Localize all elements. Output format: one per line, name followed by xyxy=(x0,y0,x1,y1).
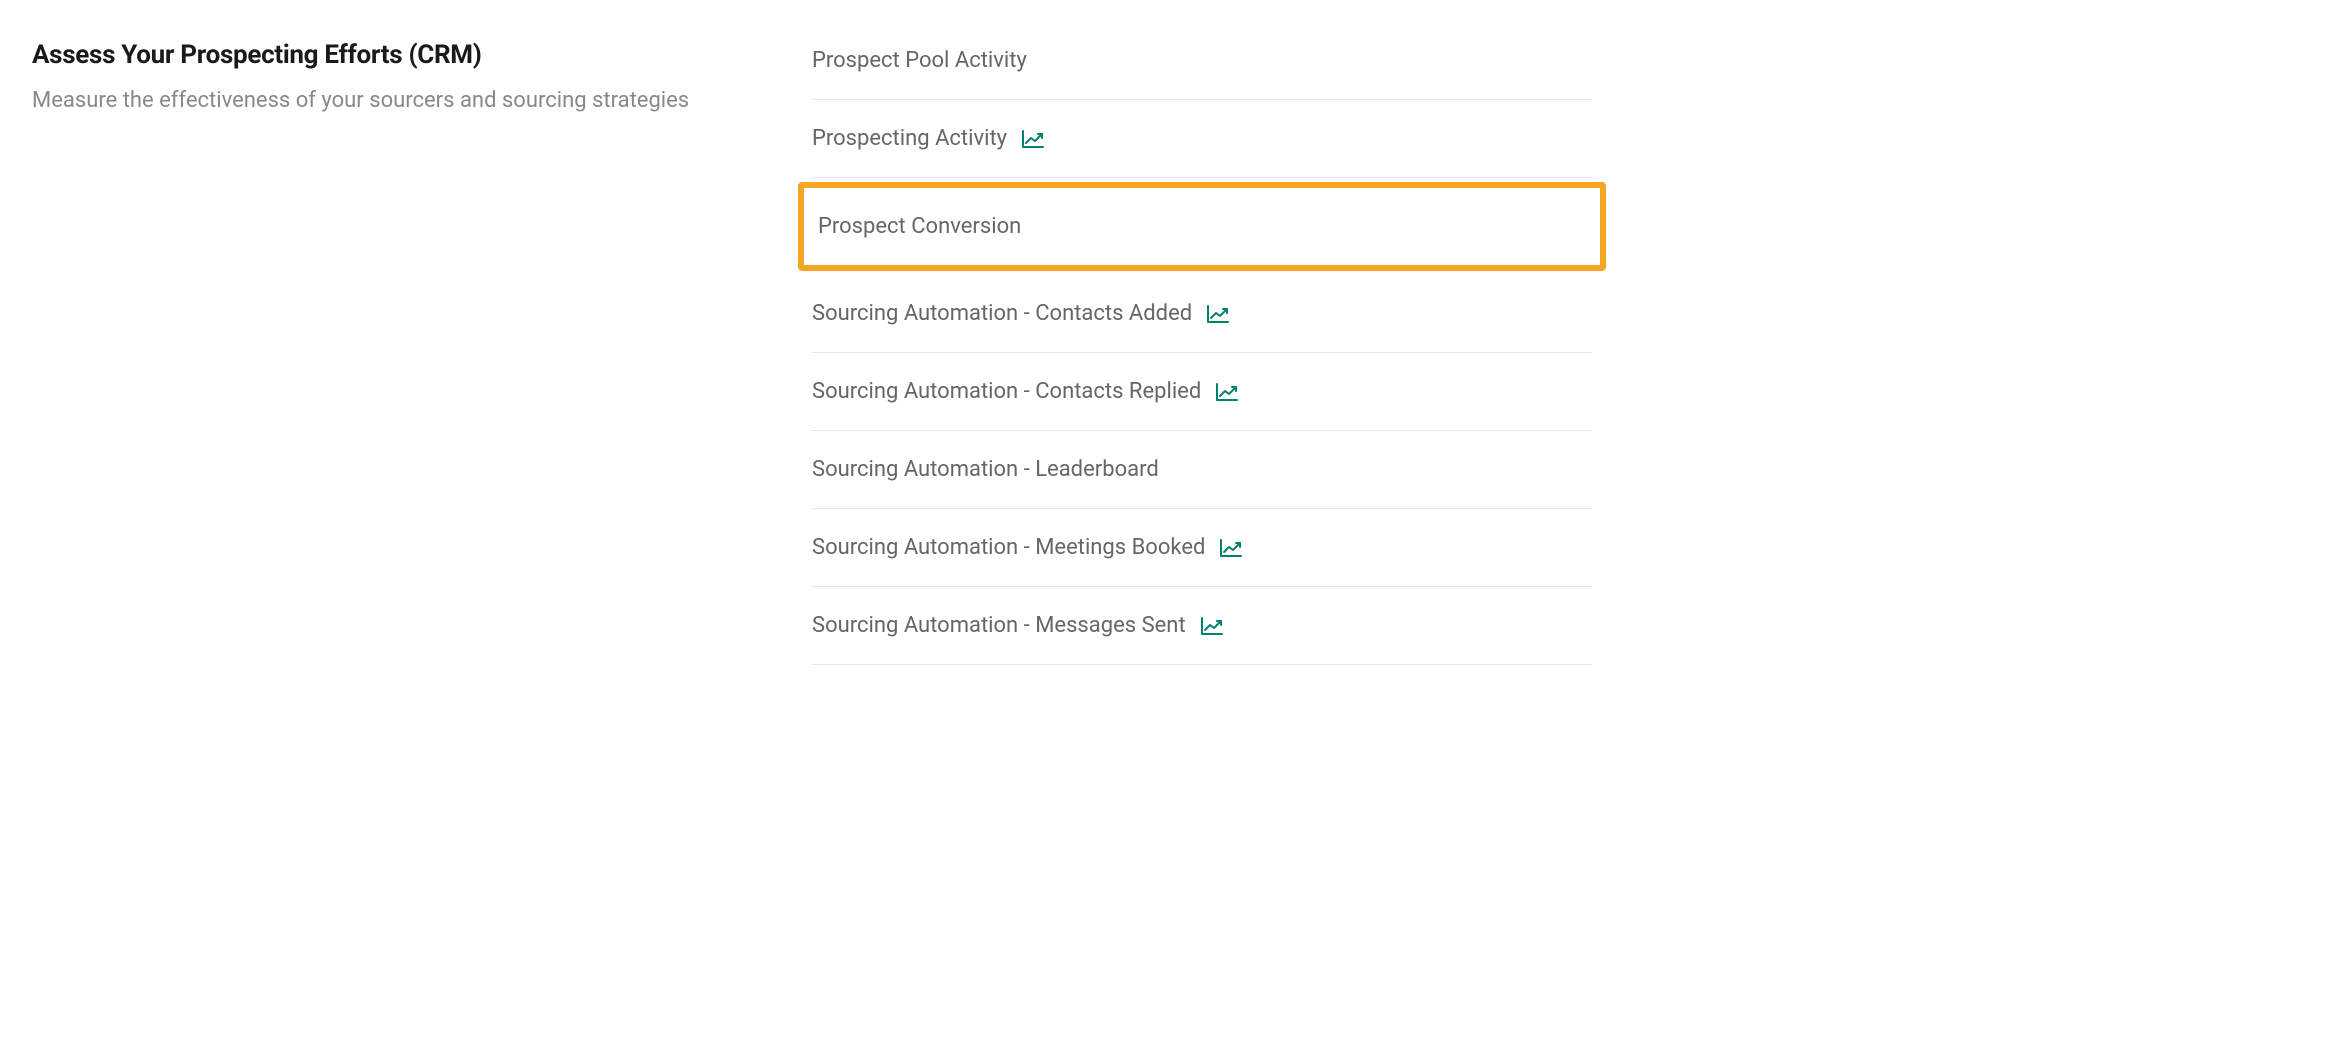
report-label: Prospect Pool Activity xyxy=(812,48,1027,73)
report-item[interactable]: Sourcing Automation - Leaderboard xyxy=(812,431,1592,509)
report-item[interactable]: Prospect Pool Activity xyxy=(812,32,1592,100)
report-label: Prospect Conversion xyxy=(818,214,1021,239)
report-item[interactable]: Prospect Conversion xyxy=(798,182,1606,271)
report-list: Prospect Pool Activity Prospecting Activi… xyxy=(812,32,1592,665)
report-label: Sourcing Automation - Leaderboard xyxy=(812,457,1159,482)
section-header: Assess Your Prospecting Efforts (CRM) Me… xyxy=(32,32,752,665)
report-item[interactable]: Sourcing Automation - Messages Sent xyxy=(812,587,1592,665)
section-title: Assess Your Prospecting Efforts (CRM) xyxy=(32,40,752,70)
report-label: Sourcing Automation - Contacts Added xyxy=(812,301,1192,326)
chart-icon xyxy=(1200,616,1224,636)
report-label: Sourcing Automation - Contacts Replied xyxy=(812,379,1201,404)
report-label: Prospecting Activity xyxy=(812,126,1007,151)
chart-icon xyxy=(1206,304,1230,324)
section-subtitle: Measure the effectiveness of your source… xyxy=(32,86,752,117)
chart-icon xyxy=(1215,382,1239,402)
report-label: Sourcing Automation - Meetings Booked xyxy=(812,535,1205,560)
report-label: Sourcing Automation - Messages Sent xyxy=(812,613,1186,638)
reports-container: Assess Your Prospecting Efforts (CRM) Me… xyxy=(32,32,1592,665)
report-item[interactable]: Prospecting Activity xyxy=(812,100,1592,178)
report-item[interactable]: Sourcing Automation - Contacts Added xyxy=(812,275,1592,353)
report-item[interactable]: Sourcing Automation - Meetings Booked xyxy=(812,509,1592,587)
chart-icon xyxy=(1219,538,1243,558)
chart-icon xyxy=(1021,129,1045,149)
reports-column: Prospect Pool Activity Prospecting Activi… xyxy=(812,32,1592,665)
report-item[interactable]: Sourcing Automation - Contacts Replied xyxy=(812,353,1592,431)
